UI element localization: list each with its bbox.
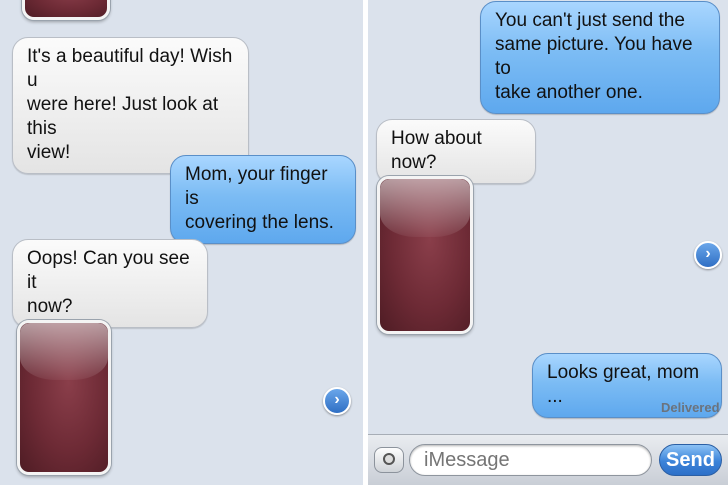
camera-button[interactable] bbox=[374, 447, 404, 473]
outgoing-message-finger-lens: Mom, your finger is covering the lens. bbox=[170, 155, 356, 244]
outgoing-message-same-picture: You can't just send the same picture. Yo… bbox=[480, 1, 720, 114]
message-composer-bar: Send bbox=[368, 434, 728, 485]
chevron-right-icon[interactable]: › bbox=[323, 387, 351, 415]
incoming-message-oops: Oops! Can you see it now? bbox=[12, 239, 208, 328]
message-input[interactable] bbox=[409, 444, 652, 476]
right-conversation-panel: You can't just send the same picture. Yo… bbox=[368, 0, 728, 485]
photo-message-top[interactable] bbox=[22, 0, 110, 20]
photo-message[interactable] bbox=[377, 176, 473, 334]
delivered-status: Delivered bbox=[661, 400, 720, 415]
send-button[interactable]: Send bbox=[659, 444, 722, 476]
photo-message-bottom[interactable] bbox=[17, 320, 111, 475]
chevron-right-icon[interactable]: › bbox=[694, 241, 722, 269]
left-conversation-panel: It's a beautiful day! Wish u were here! … bbox=[0, 0, 363, 485]
incoming-message-how-about-now: How about now? bbox=[376, 119, 536, 184]
incoming-message-beautiful-day: It's a beautiful day! Wish u were here! … bbox=[12, 37, 249, 174]
camera-icon bbox=[383, 453, 395, 465]
